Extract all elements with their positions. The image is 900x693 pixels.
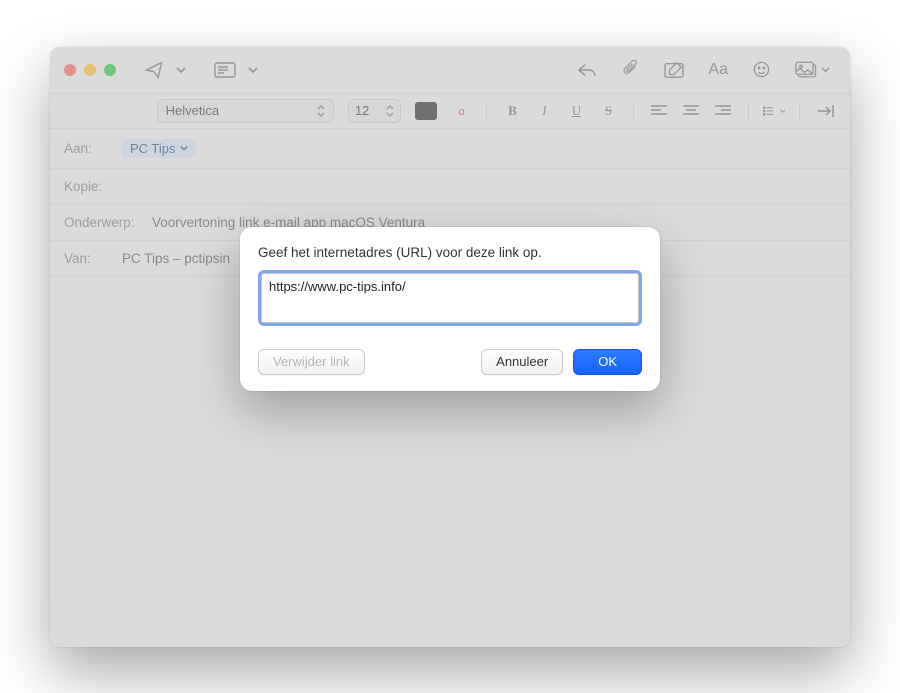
strike-button[interactable]: S bbox=[597, 100, 619, 122]
header-fields-menu-button[interactable] bbox=[242, 56, 264, 84]
align-right-icon bbox=[715, 105, 731, 117]
cc-field-row[interactable]: Kopie: bbox=[50, 169, 850, 205]
list-icon bbox=[763, 105, 776, 117]
cc-label: Kopie: bbox=[64, 179, 112, 194]
separator bbox=[633, 102, 634, 120]
font-size-select[interactable]: 12 bbox=[348, 99, 401, 123]
to-field-row: Aan: PC Tips bbox=[50, 129, 850, 169]
bold-button[interactable]: B bbox=[501, 100, 523, 122]
header-fields-button[interactable] bbox=[208, 56, 242, 84]
text-color-swatch[interactable] bbox=[415, 102, 437, 120]
close-window-button[interactable] bbox=[64, 64, 76, 76]
mail-compose-window: Aa Helvetica 12 a B I U S bbox=[50, 47, 850, 647]
italic-button[interactable]: I bbox=[533, 100, 555, 122]
font-family-value: Helvetica bbox=[166, 103, 219, 118]
photo-browser-button[interactable] bbox=[789, 56, 836, 84]
separator bbox=[748, 102, 749, 120]
alignment-group bbox=[648, 100, 734, 122]
window-titlebar: Aa bbox=[50, 47, 850, 93]
font-family-select[interactable]: Helvetica bbox=[157, 99, 334, 123]
list-rect-icon bbox=[214, 62, 236, 78]
photos-icon bbox=[795, 61, 819, 79]
remove-link-button[interactable]: Verwijder link bbox=[258, 349, 365, 375]
url-input[interactable] bbox=[258, 270, 642, 326]
reply-arrow-icon bbox=[576, 61, 598, 79]
chevron-down-icon bbox=[176, 65, 186, 75]
font-size-value: 12 bbox=[355, 103, 369, 118]
chevron-down-icon bbox=[180, 144, 188, 152]
cancel-button[interactable]: Annuleer bbox=[481, 349, 563, 375]
separator bbox=[486, 102, 487, 120]
add-link-dialog: Geef het internetadres (URL) voor deze l… bbox=[240, 227, 660, 391]
updown-icon bbox=[317, 105, 325, 117]
paperclip-icon bbox=[622, 60, 640, 80]
to-label: Aan: bbox=[64, 141, 112, 156]
separator bbox=[799, 102, 800, 120]
align-center-icon bbox=[683, 105, 699, 117]
traffic-lights bbox=[64, 64, 116, 76]
send-menu-button[interactable] bbox=[170, 56, 192, 84]
markup-icon bbox=[664, 61, 684, 79]
markup-button[interactable] bbox=[658, 56, 690, 84]
header-fields-button-group bbox=[208, 56, 264, 84]
zoom-window-button[interactable] bbox=[104, 64, 116, 76]
chevron-down-icon bbox=[780, 107, 786, 115]
recipient-chip[interactable]: PC Tips bbox=[122, 139, 196, 158]
paperplane-icon bbox=[144, 60, 164, 80]
format-bar: Helvetica 12 a B I U S bbox=[50, 93, 850, 129]
from-label: Van: bbox=[64, 251, 112, 266]
subject-label: Onderwerp: bbox=[64, 215, 142, 230]
reply-button[interactable] bbox=[570, 56, 604, 84]
emoji-button[interactable] bbox=[746, 56, 777, 84]
format-button[interactable]: Aa bbox=[702, 56, 734, 84]
dialog-button-row: Verwijder link Annuleer OK bbox=[258, 349, 642, 375]
indent-button[interactable] bbox=[814, 100, 836, 122]
list-button[interactable] bbox=[763, 100, 785, 122]
dialog-title: Geef het internetadres (URL) voor deze l… bbox=[258, 245, 642, 260]
align-center-button[interactable] bbox=[680, 100, 702, 122]
underline-button[interactable]: U bbox=[565, 100, 587, 122]
format-aa-icon: Aa bbox=[708, 61, 728, 79]
from-value: PC Tips – pctipsin bbox=[122, 251, 230, 266]
ok-button[interactable]: OK bbox=[573, 349, 642, 375]
chevron-down-icon bbox=[248, 65, 258, 75]
smiley-icon bbox=[752, 60, 771, 79]
align-left-icon bbox=[651, 105, 667, 117]
text-style-button[interactable]: a bbox=[451, 100, 473, 122]
align-left-button[interactable] bbox=[648, 100, 670, 122]
minimize-window-button[interactable] bbox=[84, 64, 96, 76]
toolbar-actions: Aa bbox=[570, 56, 836, 84]
attach-button[interactable] bbox=[616, 56, 646, 84]
send-button-group bbox=[138, 56, 192, 84]
updown-icon bbox=[386, 105, 394, 117]
send-button[interactable] bbox=[138, 56, 170, 84]
recipient-name: PC Tips bbox=[130, 141, 176, 156]
desktop: Aa Helvetica 12 a B I U S bbox=[0, 0, 900, 693]
indent-icon bbox=[816, 105, 834, 117]
chevron-down-icon bbox=[821, 65, 830, 74]
align-right-button[interactable] bbox=[712, 100, 734, 122]
text-style-group: B I U S bbox=[501, 100, 619, 122]
